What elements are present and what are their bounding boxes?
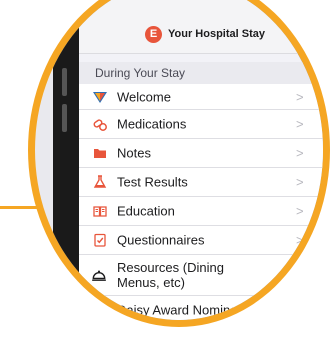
chevron-right-icon: > [296,89,304,104]
folder-icon [94,149,106,158]
menu-item-medications[interactable]: Medications > [79,110,323,139]
welcome-logo-icon [93,91,107,103]
hospital-logo-icon: E [145,26,162,43]
chevron-right-icon: > [296,116,304,132]
menu-item-label: Questionnaires [117,232,205,248]
menu-item-welcome[interactable]: Welcome > [79,84,323,110]
phone-body: E Your Hospital Stay During Your Stay We… [53,0,323,320]
checklist-icon [94,233,106,247]
menu-item-label: Daisy Award Nomination [117,302,259,318]
chevron-right-icon: > [296,267,304,283]
magnifier-circle: E Your Hospital Stay During Your Stay We… [28,0,330,327]
menu-item-test-results[interactable]: Test Results > [79,168,323,197]
menu-item-resources[interactable]: Resources (Dining Menus, etc) > [79,255,323,296]
menu-item-notes[interactable]: Notes > [79,139,323,168]
chevron-right-icon: > [296,174,304,190]
header-action-button[interactable] [294,24,314,44]
app-header: E Your Hospital Stay [79,0,323,54]
menu-item-label: Medications [117,116,187,132]
section-title: During Your Stay [95,66,186,80]
award-icon [94,305,106,315]
book-icon [93,206,107,217]
phone-side-button [62,68,67,96]
menu-item-label: Notes [117,145,151,161]
menu-item-label: Test Results [117,174,188,190]
dining-cloche-icon [92,270,106,281]
app-screen: E Your Hospital Stay During Your Stay We… [79,0,323,320]
menu-item-daisy-award[interactable]: Daisy Award Nomination [79,296,323,320]
flask-icon [93,175,107,188]
menu-item-education[interactable]: Education > [79,197,323,226]
phone-side-button [62,104,67,132]
section-header: During Your Stay [79,62,323,84]
chevron-right-icon: > [296,145,304,161]
menu-item-questionnaires[interactable]: Questionnaires > [79,226,323,255]
menu-item-label: Resources (Dining Menus, etc) [117,260,224,290]
chevron-right-icon: > [296,203,304,219]
page-title: Your Hospital Stay [168,28,265,40]
menu-item-label: Welcome [117,89,171,104]
pills-icon [93,119,107,131]
chevron-right-icon: > [296,232,304,248]
menu-item-label: Education [117,203,175,219]
